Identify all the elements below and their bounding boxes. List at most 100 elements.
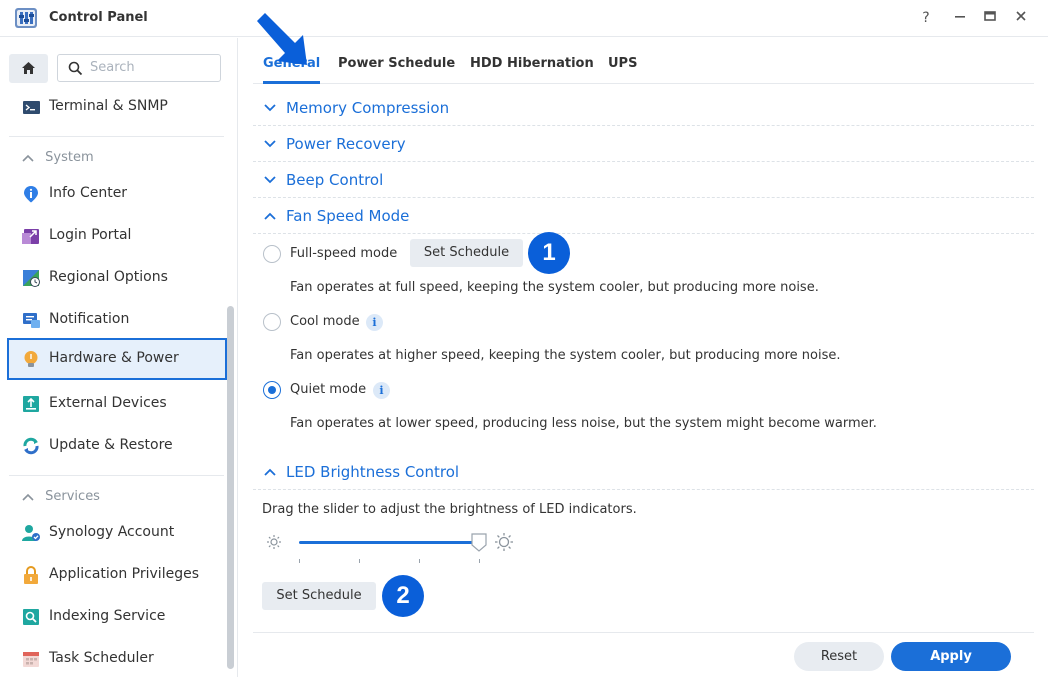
cool-mode-radio[interactable]	[263, 313, 281, 331]
chevron-up-icon	[22, 154, 34, 162]
window-title: Control Panel	[49, 10, 148, 25]
info-icon[interactable]: i	[373, 382, 390, 399]
login-portal-icon	[22, 229, 39, 244]
section-title: Fan Speed Mode	[286, 207, 410, 225]
sidebar-item-external-devices[interactable]: External Devices	[7, 383, 227, 425]
sidebar-item-label: Synology Account	[49, 524, 175, 540]
sidebar-item-label: Update & Restore	[49, 437, 173, 453]
help-button[interactable]: ?	[916, 8, 936, 28]
sidebar-group-services[interactable]: Services	[22, 489, 100, 504]
chevron-up-icon	[22, 493, 34, 501]
chevron-up-icon	[264, 212, 276, 220]
chevron-down-icon	[264, 140, 276, 148]
sidebar-item-label: Application Privileges	[49, 566, 199, 582]
reset-button[interactable]: Reset	[794, 642, 884, 671]
minimize-button[interactable]	[950, 8, 970, 28]
info-center-icon	[24, 186, 38, 203]
minimize-icon	[955, 16, 965, 18]
section-title: Beep Control	[286, 171, 384, 189]
led-instruction: Drag the slider to adjust the brightness…	[262, 502, 637, 517]
section-power-recovery[interactable]: Power Recovery	[253, 126, 1034, 162]
sidebar-item-login-portal[interactable]: Login Portal	[7, 215, 227, 257]
section-title: LED Brightness Control	[286, 463, 460, 481]
search-icon	[68, 61, 83, 76]
slider-tick	[419, 559, 420, 563]
application-privileges-icon	[24, 566, 38, 584]
sidebar-item-terminal-snmp[interactable]: Terminal & SNMP	[7, 86, 227, 128]
task-scheduler-icon	[23, 652, 39, 667]
section-memory-compression[interactable]: Memory Compression	[253, 90, 1034, 126]
section-title: Power Recovery	[286, 135, 406, 153]
sidebar: Terminal & SNMP System Info Center Login…	[0, 38, 238, 677]
chevron-down-icon	[264, 104, 276, 112]
set-schedule-fan-button[interactable]: Set Schedule	[410, 239, 523, 267]
apply-button[interactable]: Apply	[891, 642, 1011, 671]
quiet-mode-radio[interactable]	[263, 381, 281, 399]
close-icon	[1016, 11, 1026, 21]
sidebar-item-label: External Devices	[49, 395, 167, 411]
sidebar-item-task-scheduler[interactable]: Task Scheduler	[7, 638, 227, 677]
notification-icon	[23, 313, 40, 328]
update-restore-icon	[23, 437, 39, 455]
section-beep-control[interactable]: Beep Control	[253, 162, 1034, 198]
section-fan-speed-mode[interactable]: Fan Speed Mode	[253, 198, 1034, 234]
section-led-brightness[interactable]: LED Brightness Control	[253, 454, 1034, 490]
sidebar-item-label: Info Center	[49, 185, 128, 201]
sidebar-item-synology-account[interactable]: Synology Account	[7, 512, 227, 554]
sidebar-group-label: System	[45, 150, 94, 165]
tab-hdd-hibernation[interactable]: HDD Hibernation	[470, 56, 594, 71]
sidebar-item-hardware-power[interactable]: Hardware & Power	[7, 338, 227, 380]
annotation-arrow-icon	[257, 13, 307, 65]
sidebar-item-label: Notification	[49, 311, 130, 327]
sidebar-item-label: Regional Options	[49, 269, 168, 285]
close-button[interactable]	[1011, 8, 1031, 28]
tab-ups[interactable]: UPS	[608, 56, 637, 71]
tab-bar: General Power Schedule HDD Hibernation U…	[253, 13, 1034, 84]
sidebar-item-info-center[interactable]: Info Center	[7, 173, 227, 215]
sidebar-group-system[interactable]: System	[22, 150, 94, 165]
quiet-mode-description: Fan operates at lower speed, producing l…	[290, 416, 877, 431]
title-bar: Control Panel ?	[0, 0, 1048, 37]
sidebar-item-update-restore[interactable]: Update & Restore	[7, 425, 227, 467]
sidebar-item-label: Hardware & Power	[49, 350, 179, 366]
sidebar-item-indexing-service[interactable]: Indexing Service	[7, 596, 227, 638]
led-brightness-slider-thumb[interactable]	[471, 533, 487, 552]
slider-tick	[299, 559, 300, 563]
sidebar-item-regional-options[interactable]: Regional Options	[7, 257, 227, 299]
sidebar-item-label: Login Portal	[49, 227, 132, 243]
quiet-mode-label: Quiet mode	[290, 382, 367, 397]
full-speed-mode-radio[interactable]	[263, 245, 281, 263]
full-speed-mode-label: Full-speed mode	[290, 246, 398, 261]
hardware-power-icon	[24, 351, 38, 367]
sidebar-item-notification[interactable]: Notification	[7, 299, 227, 341]
maximize-button[interactable]	[980, 8, 1000, 28]
synology-account-icon	[22, 525, 40, 541]
footer-divider	[253, 632, 1034, 633]
search-input[interactable]	[90, 60, 210, 75]
maximize-icon	[984, 11, 996, 21]
control-panel-app-icon	[15, 8, 37, 28]
slider-tick	[479, 559, 480, 563]
sidebar-scrollbar[interactable]	[227, 306, 234, 669]
led-brightness-slider-track[interactable]	[299, 541, 479, 544]
annotation-badge-1: 1	[528, 232, 570, 274]
chevron-up-icon	[264, 468, 276, 476]
main-panel: General Power Schedule HDD Hibernation U…	[239, 13, 1048, 677]
section-title: Memory Compression	[286, 99, 450, 117]
sidebar-item-label: Terminal & SNMP	[49, 98, 168, 114]
sidebar-item-application-privileges[interactable]: Application Privileges	[7, 554, 227, 596]
terminal-icon	[23, 101, 40, 114]
home-button[interactable]	[9, 54, 48, 83]
sidebar-group-label: Services	[45, 489, 100, 504]
regional-options-icon	[23, 270, 40, 287]
annotation-badge-2: 2	[382, 575, 424, 617]
sidebar-divider	[9, 475, 224, 476]
info-icon[interactable]: i	[366, 314, 383, 331]
set-schedule-led-button[interactable]: Set Schedule	[262, 582, 376, 610]
cool-mode-description: Fan operates at higher speed, keeping th…	[290, 348, 841, 363]
cool-mode-label: Cool mode	[290, 314, 360, 329]
full-speed-mode-description: Fan operates at full speed, keeping the …	[290, 280, 819, 295]
tab-power-schedule[interactable]: Power Schedule	[338, 56, 455, 71]
home-icon	[22, 62, 35, 74]
search-box[interactable]	[57, 54, 221, 82]
